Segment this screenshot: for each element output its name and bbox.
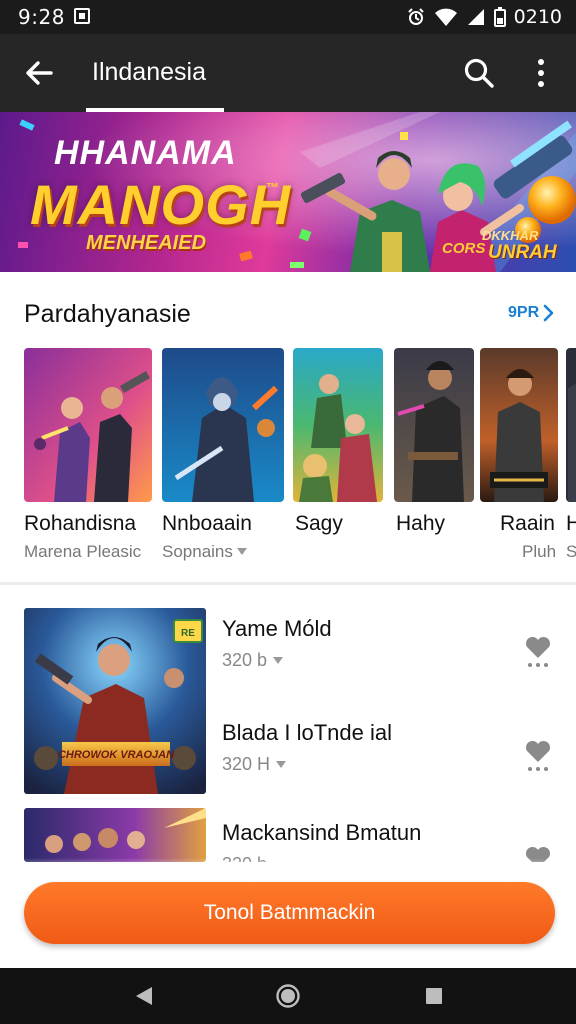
- nav-back-icon: [136, 987, 152, 1005]
- caret-down-icon: [273, 656, 284, 664]
- game-card-subtitle: Sopnains: [162, 542, 247, 562]
- thumbnail-badge: RE: [181, 628, 195, 639]
- section-divider: [0, 582, 576, 585]
- banner-trademark: ™: [266, 180, 279, 195]
- more-options-button[interactable]: [526, 54, 556, 92]
- game-card[interactable]: Rohandisna Marena Pleasic: [24, 348, 152, 570]
- list-item-meta: 320 b: [222, 650, 284, 671]
- nav-home-icon: [276, 984, 300, 1008]
- promo-banner[interactable]: HHANAMA MANOGH ™ MENHEAIED DKKHAR CORS U…: [0, 112, 576, 272]
- favorite-button[interactable]: [522, 632, 554, 672]
- banner-badge-right: UNRAH: [488, 242, 557, 263]
- game-carousel[interactable]: Rohandisna Marena Pleasic Nnboaain Sopna…: [0, 348, 576, 570]
- game-card-art: [162, 348, 284, 502]
- game-card-subtitle: S: [566, 542, 576, 562]
- chevron-right-icon: [543, 304, 554, 322]
- game-card-title: Nnboaain: [162, 512, 252, 535]
- game-card-art: [24, 348, 152, 502]
- caret-down-icon: [236, 548, 247, 555]
- signal-icon: [467, 9, 484, 25]
- game-card-subtitle: Marena Pleasic: [24, 542, 141, 562]
- wifi-icon: [434, 8, 457, 26]
- status-time: 9:28: [18, 5, 65, 29]
- heart-icon: [525, 740, 551, 771]
- banner-headline: HHANAMA: [54, 134, 237, 172]
- game-card-title: Raain: [500, 512, 555, 535]
- cta-area: Tonol Batmmackin: [0, 862, 576, 968]
- list-item-title: Yame Móld: [222, 616, 332, 641]
- list-item-meta-text: 320 H: [222, 754, 271, 774]
- game-card-art: [394, 348, 474, 502]
- list-item-title: Mackansind Bmatun: [222, 820, 422, 845]
- game-card[interactable]: Nnboaain Sopnains: [162, 348, 284, 570]
- back-arrow-icon: [26, 61, 53, 85]
- system-nav-bar: [0, 968, 576, 1024]
- banner-badge-left: CORS: [442, 240, 486, 257]
- list-item-meta-text: 320 b: [222, 650, 268, 670]
- list-item-title: Blada I loTnde ial: [222, 720, 392, 745]
- game-card-subtitle-text: Pluh: [522, 542, 557, 561]
- battery-text: 0210: [513, 6, 562, 28]
- nav-recents-button[interactable]: [420, 982, 448, 1010]
- game-card-subtitle-text: Marena Pleasic: [24, 542, 142, 561]
- search-button[interactable]: [460, 54, 498, 92]
- game-card-subtitle-text: Sopnains: [162, 542, 233, 561]
- game-card-title: Sagy: [295, 512, 343, 535]
- search-icon: [464, 58, 494, 88]
- alarm-icon: [407, 8, 424, 25]
- see-more-link[interactable]: 9PR: [508, 304, 555, 322]
- nav-back-button[interactable]: [130, 982, 158, 1010]
- game-card-title: H: [566, 512, 576, 535]
- banner-badge-top: DKKHAR: [482, 228, 539, 243]
- nav-home-button[interactable]: [274, 982, 302, 1010]
- title-tab[interactable]: Ilndanesia: [86, 50, 224, 112]
- game-card-title: Hahy: [396, 512, 446, 535]
- caret-down-icon: [276, 760, 287, 768]
- primary-action-button[interactable]: Tonol Batmmackin: [24, 882, 555, 944]
- list-item-meta: 320 H: [222, 754, 287, 775]
- page-title: Ilndanesia: [92, 58, 206, 86]
- banner-subtitle: MENHEAIED: [86, 232, 207, 254]
- battery-icon: [493, 7, 506, 27]
- game-card[interactable]: Raain Pluh: [480, 348, 558, 570]
- see-more-label: 9PR: [508, 304, 540, 321]
- banner-title: MANOGH: [30, 173, 292, 236]
- more-vert-icon: [538, 59, 544, 87]
- game-card-art: [293, 348, 383, 502]
- section-title: Pardahyanasie: [24, 300, 191, 328]
- game-card[interactable]: H S: [566, 348, 576, 570]
- game-card-art: [480, 348, 558, 502]
- game-card-subtitle: Pluh: [522, 542, 556, 562]
- banner-badge: DKKHAR CORS UNRAH: [442, 228, 557, 266]
- game-card-title: Rohandisna: [24, 512, 137, 535]
- nav-recents-icon: [426, 988, 442, 1004]
- list-item-thumbnail: [24, 808, 206, 862]
- game-card-subtitle-text: S: [566, 542, 576, 561]
- game-card[interactable]: Sagy: [293, 348, 383, 570]
- game-card-art: [566, 348, 576, 502]
- list-item[interactable]: Mackansind Bmatun 320 b: [0, 808, 576, 862]
- favorite-button[interactable]: [522, 736, 554, 776]
- back-button[interactable]: [18, 52, 60, 94]
- status-icons: 0210: [406, 4, 562, 30]
- notification-icon: [74, 8, 90, 24]
- app-bar: Ilndanesia: [0, 34, 576, 112]
- game-card[interactable]: Hahy: [394, 348, 474, 570]
- status-bar: 9:28 0210: [0, 0, 576, 34]
- list-item[interactable]: Blada I loTnde ial 320 H: [0, 708, 576, 794]
- heart-icon: [525, 636, 551, 667]
